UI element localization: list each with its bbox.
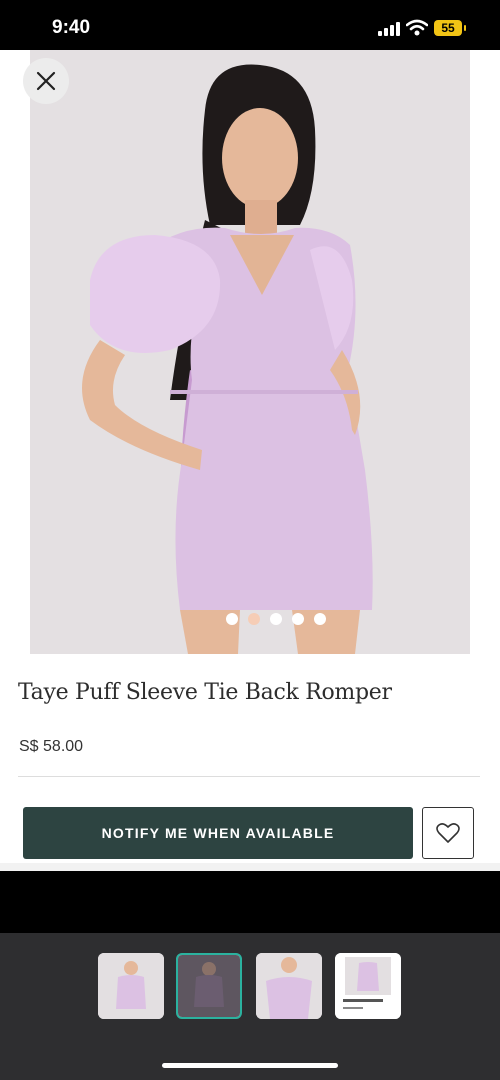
product-title: Taye Puff Sleeve Tie Back Romper [18,680,392,705]
carousel-dot[interactable] [314,613,326,625]
divider [18,776,480,777]
thumbnail-3[interactable] [256,953,322,1019]
carousel-dot[interactable] [226,613,238,625]
status-time: 9:40 [52,17,91,38]
thumbnail-1[interactable] [98,953,164,1019]
carousel-dot-active[interactable] [248,613,260,625]
close-button[interactable] [23,58,69,104]
thumbnail-tray [0,933,500,1080]
product-sheet: Taye Puff Sleeve Tie Back Romper S$ 58.0… [0,50,500,871]
battery-icon: 55 [434,20,466,36]
sheet-footer [0,863,500,871]
carousel-dots [226,613,326,625]
product-price: S$ 58.00 [19,738,84,755]
wishlist-button[interactable] [422,807,474,859]
thumbnail-2[interactable] [176,953,242,1019]
close-icon [36,71,56,91]
product-image[interactable] [30,50,470,654]
signal-icon [378,22,402,36]
wifi-icon [406,19,428,36]
heart-icon [436,823,460,843]
carousel-dot[interactable] [270,613,282,625]
model-photo [30,50,470,654]
notify-button[interactable]: NOTIFY ME WHEN AVAILABLE [23,807,413,859]
home-indicator[interactable] [162,1063,338,1068]
thumbnail-4[interactable] [335,953,401,1019]
carousel-dot[interactable] [292,613,304,625]
status-bar: 9:40 55 [0,0,500,50]
